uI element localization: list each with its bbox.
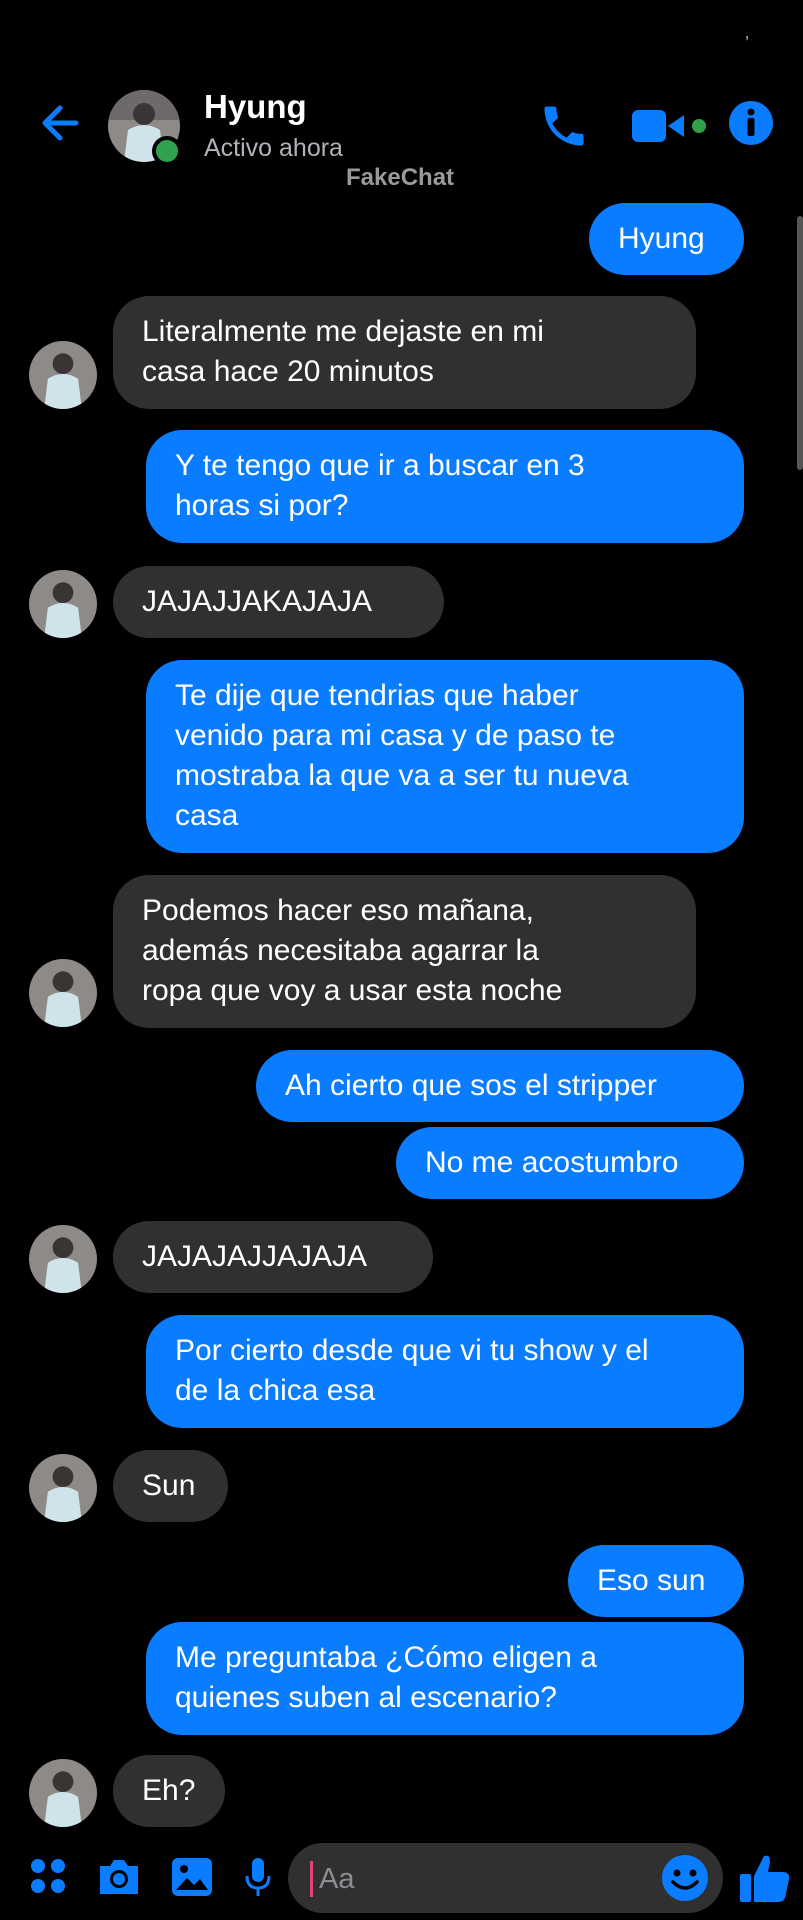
message-line: Te dije que tendrias que haber bbox=[175, 679, 579, 712]
message-received[interactable]: Literalmente me dejaste en mi casa hace … bbox=[113, 296, 696, 409]
message-avatar bbox=[29, 959, 97, 1027]
online-status-dot bbox=[152, 136, 182, 166]
text-caret bbox=[310, 1861, 313, 1897]
message-line: Eso sun bbox=[597, 1564, 706, 1597]
watermark: FakeChat bbox=[346, 164, 455, 191]
message-avatar bbox=[29, 1454, 97, 1522]
message-received[interactable]: JAJAJAJJAJAJA bbox=[113, 1221, 433, 1293]
message-avatar bbox=[29, 341, 97, 409]
back-arrow-icon[interactable] bbox=[38, 100, 84, 146]
message-received[interactable]: Eh? bbox=[113, 1755, 225, 1827]
message-line: además necesitaba agarrar la bbox=[142, 934, 539, 967]
message-sent[interactable]: Ah cierto que sos el stripper bbox=[256, 1050, 744, 1122]
message-avatar bbox=[29, 1225, 97, 1293]
message-line: Hyung bbox=[618, 222, 705, 255]
message-input[interactable] bbox=[317, 1843, 661, 1915]
message-line: quienes suben al escenario? bbox=[175, 1681, 557, 1714]
thumbs-up-icon[interactable] bbox=[738, 1852, 792, 1906]
message-line: Sun bbox=[142, 1469, 196, 1502]
message-line: venido para mi casa y de paso te bbox=[175, 719, 616, 752]
status-bar-mark: ‚ bbox=[745, 22, 749, 42]
contact-name[interactable]: Hyung bbox=[204, 88, 307, 126]
message-sent[interactable]: Y te tengo que ir a buscar en 3 horas si… bbox=[146, 430, 744, 543]
message-line: JAJAJAJJAJAJA bbox=[142, 1240, 368, 1273]
message-line: horas si por? bbox=[175, 489, 349, 522]
message-sent[interactable]: Me preguntaba ¿Cómo eligen a quienes sub… bbox=[146, 1622, 744, 1735]
camera-icon[interactable] bbox=[96, 1856, 142, 1898]
active-status: Activo ahora bbox=[204, 134, 343, 162]
microphone-icon[interactable] bbox=[243, 1856, 273, 1900]
message-sent[interactable]: Hyung bbox=[589, 203, 744, 275]
phone-icon[interactable] bbox=[538, 100, 590, 152]
info-icon[interactable] bbox=[728, 100, 774, 146]
message-line: de la chica esa bbox=[175, 1374, 376, 1407]
message-line: Podemos hacer eso mañana, bbox=[142, 894, 534, 927]
message-line: casa hace 20 minutos bbox=[142, 355, 434, 388]
message-line: Literalmente me dejaste en mi bbox=[142, 315, 544, 348]
message-line: ropa que voy a usar esta noche bbox=[142, 974, 563, 1007]
message-received[interactable]: Podemos hacer eso mañana, además necesit… bbox=[113, 875, 696, 1028]
message-line: Y te tengo que ir a buscar en 3 bbox=[175, 449, 585, 482]
emoji-icon[interactable] bbox=[660, 1853, 710, 1903]
message-line: JAJAJJAKAJAJA bbox=[142, 585, 373, 618]
message-sent[interactable]: No me acostumbro bbox=[396, 1127, 744, 1199]
message-line: Ah cierto que sos el stripper bbox=[285, 1069, 657, 1102]
message-line: Por cierto desde que vi tu show y el bbox=[175, 1334, 649, 1367]
message-line: No me acostumbro bbox=[425, 1146, 679, 1179]
message-avatar bbox=[29, 570, 97, 638]
message-received[interactable]: Sun bbox=[113, 1450, 228, 1522]
message-line: casa bbox=[175, 799, 239, 832]
message-sent[interactable]: Te dije que tendrias que haber venido pa… bbox=[146, 660, 744, 853]
message-sent[interactable]: Eso sun bbox=[568, 1545, 744, 1617]
message-sent[interactable]: Por cierto desde que vi tu show y el de … bbox=[146, 1315, 744, 1428]
message-avatar bbox=[29, 1759, 97, 1827]
message-line: Me preguntaba ¿Cómo eligen a bbox=[175, 1641, 597, 1674]
message-received[interactable]: JAJAJJAKAJAJA bbox=[113, 566, 444, 638]
image-icon[interactable] bbox=[170, 1856, 214, 1898]
video-camera-icon[interactable] bbox=[630, 106, 710, 146]
message-line: Eh? bbox=[142, 1774, 196, 1807]
message-line: mostraba la que va a ser tu nueva bbox=[175, 759, 629, 792]
apps-grid-icon[interactable] bbox=[28, 1856, 68, 1896]
scrollbar[interactable] bbox=[797, 216, 803, 470]
message-input-box[interactable] bbox=[288, 1843, 723, 1915]
